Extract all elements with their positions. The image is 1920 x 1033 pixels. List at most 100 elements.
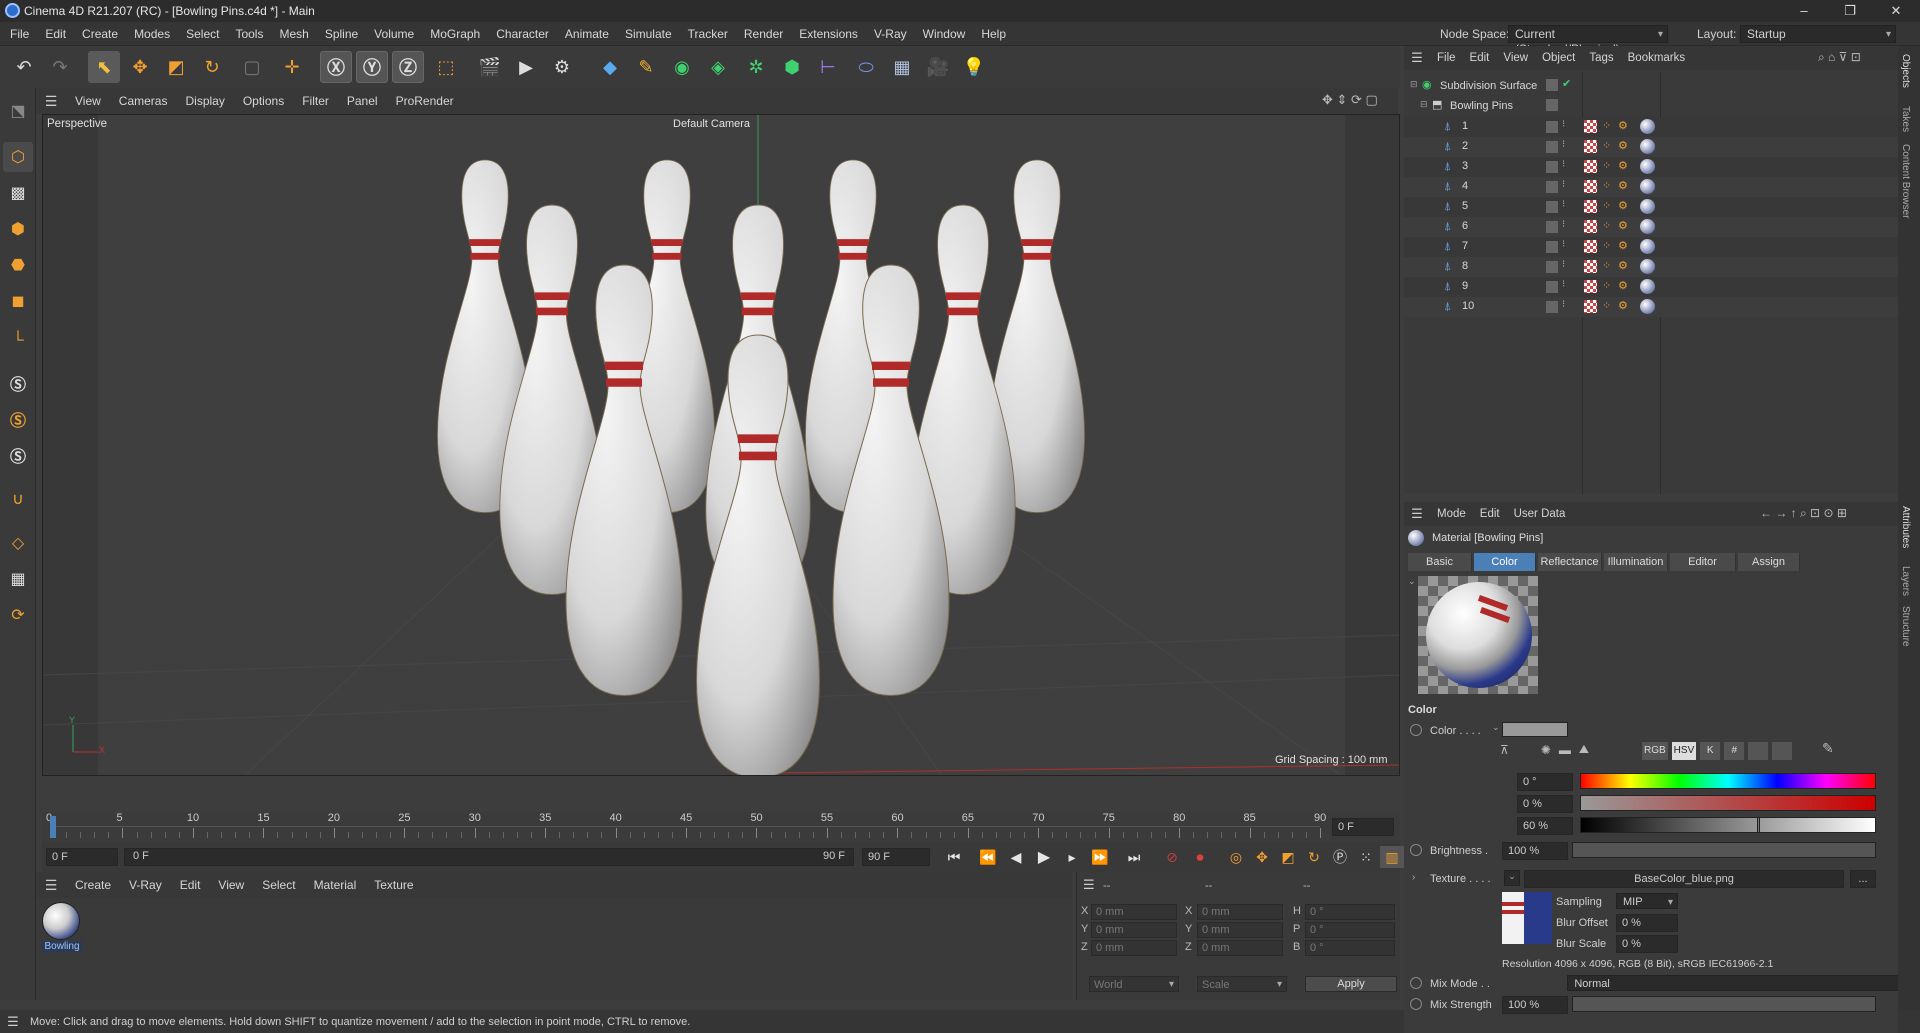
key-rotate-icon[interactable]: ↻ xyxy=(1302,846,1326,868)
eyedropper-icon[interactable]: ✎ xyxy=(1822,740,1834,757)
object-row-pin[interactable]: ⍋ 4 ⁝ ⁘ ⚙ xyxy=(1404,177,1898,197)
selection-tag-icon[interactable]: ⚙ xyxy=(1618,259,1628,272)
record-disabled-icon[interactable]: ⊘ xyxy=(1160,846,1184,868)
visibility-icon[interactable] xyxy=(1546,99,1558,111)
phong-tag-icon[interactable] xyxy=(1584,280,1597,293)
material-menu-v-ray[interactable]: V-Ray xyxy=(120,872,171,898)
uvw-tag-icon[interactable]: ⁘ xyxy=(1602,119,1611,132)
selection-tag-icon[interactable]: ⚙ xyxy=(1618,119,1628,132)
layer-dots-icon[interactable]: ⁝ xyxy=(1562,179,1565,190)
scale-tool-icon[interactable]: ◩ xyxy=(160,51,192,83)
visibility-icon[interactable] xyxy=(1546,79,1558,91)
phong-tag-icon[interactable] xyxy=(1584,200,1597,213)
viewport-menu-prorender[interactable]: ProRender xyxy=(387,88,463,114)
phong-tag-icon[interactable] xyxy=(1584,260,1597,273)
y-axis-lock-icon[interactable]: Ⓨ xyxy=(356,51,388,83)
key-param-icon[interactable]: Ⓟ xyxy=(1328,846,1352,868)
side-tab-structure[interactable]: Structure xyxy=(1900,606,1911,647)
sampling-dropdown[interactable]: MIP xyxy=(1616,893,1678,910)
material-tag-icon[interactable] xyxy=(1640,119,1655,134)
mix-mode-dropdown[interactable]: Normal xyxy=(1567,975,1920,991)
object-row-pin[interactable]: ⍋ 6 ⁝ ⁘ ⚙ xyxy=(1404,217,1898,237)
visibility-icon[interactable] xyxy=(1546,201,1558,213)
mixer-icon[interactable] xyxy=(1748,742,1769,760)
object-hamburger-icon[interactable]: ☰ xyxy=(1404,50,1430,66)
floor-icon[interactable]: ▦ xyxy=(886,51,918,83)
material-tag-icon[interactable] xyxy=(1640,159,1655,174)
move-tool-icon[interactable]: ✥ xyxy=(124,51,156,83)
coord-rotation-field[interactable]: 0 ° xyxy=(1305,922,1395,938)
visibility-icon[interactable] xyxy=(1546,161,1558,173)
locked-workplane-icon[interactable]: ⟳ xyxy=(3,600,33,630)
menu-modes[interactable]: Modes xyxy=(126,22,178,46)
current-frame-field[interactable]: 0 F xyxy=(1332,818,1394,836)
phong-tag-icon[interactable] xyxy=(1584,140,1597,153)
menu-render[interactable]: Render xyxy=(736,22,791,46)
viewport-menu-cameras[interactable]: Cameras xyxy=(110,88,177,114)
viewport-menu-options[interactable]: Options xyxy=(234,88,293,114)
range-slider[interactable]: 0 F 90 F xyxy=(124,848,854,866)
uvw-tag-icon[interactable]: ⁘ xyxy=(1602,159,1611,172)
end-frame-field[interactable]: 90 F xyxy=(862,848,930,866)
h-field[interactable]: 0 ° xyxy=(1517,773,1573,791)
texture-expand-icon[interactable]: › xyxy=(1412,872,1415,883)
visibility-icon[interactable] xyxy=(1546,221,1558,233)
material-tag-icon[interactable] xyxy=(1640,139,1655,154)
attribute-menu-edit[interactable]: Edit xyxy=(1473,502,1507,526)
hamburger-icon[interactable]: ☰ xyxy=(36,93,66,110)
material-tag-icon[interactable] xyxy=(1640,199,1655,214)
record-icon[interactable]: ⏺ xyxy=(1188,846,1212,868)
material-menu-texture[interactable]: Texture xyxy=(365,872,422,898)
menu-simulate[interactable]: Simulate xyxy=(617,22,680,46)
object-toolbar-icons[interactable]: ⌕ ⌂ ⊽ ⊡ xyxy=(1818,50,1861,65)
coord-size-field[interactable]: 0 mm xyxy=(1197,940,1283,956)
menu-create[interactable]: Create xyxy=(74,22,126,46)
viewport-menu-panel[interactable]: Panel xyxy=(338,88,387,114)
uvw-tag-icon[interactable]: ⁘ xyxy=(1602,179,1611,192)
material-tag-icon[interactable] xyxy=(1640,219,1655,234)
object-menu-tags[interactable]: Tags xyxy=(1582,46,1620,70)
color-mode-rgb[interactable]: RGB xyxy=(1642,742,1668,760)
material-menu-edit[interactable]: Edit xyxy=(171,872,210,898)
selection-tag-icon[interactable]: ⚙ xyxy=(1618,299,1628,312)
magnet-icon[interactable]: ∪ xyxy=(3,484,33,514)
color-mode-hsv[interactable]: HSV xyxy=(1671,742,1697,760)
cube-icon[interactable]: ◆ xyxy=(594,51,626,83)
color-swatch[interactable] xyxy=(1502,722,1568,737)
object-row-group[interactable]: ⊟ ⬒ Bowling Pins xyxy=(1404,97,1898,117)
layer-dots-icon[interactable]: ⁝ xyxy=(1562,159,1565,170)
close-button[interactable]: ✕ xyxy=(1876,1,1916,21)
selection-tag-icon[interactable]: ⚙ xyxy=(1618,159,1628,172)
menu-window[interactable]: Window xyxy=(915,22,974,46)
menu-extensions[interactable]: Extensions xyxy=(791,22,866,46)
viewport-menu-filter[interactable]: Filter xyxy=(293,88,338,114)
material-tag-icon[interactable] xyxy=(1640,299,1655,314)
side-tab-content-browser[interactable]: Content Browser xyxy=(1900,144,1911,218)
swatches-icon[interactable] xyxy=(1772,742,1793,760)
object-row-pin[interactable]: ⍋ 8 ⁝ ⁘ ⚙ xyxy=(1404,257,1898,277)
viewport[interactable]: Perspective Default Camera Grid Spacing … xyxy=(42,114,1400,776)
layer-dots-icon[interactable]: ⁝ xyxy=(1562,299,1565,310)
snap-settings-icon[interactable]: Ⓢ xyxy=(3,404,33,434)
visibility-icon[interactable] xyxy=(1546,241,1558,253)
tab-basic[interactable]: Basic xyxy=(1408,553,1472,571)
attribute-nav-icons[interactable]: ← → ↑ ⌕ ⊡ ⊙ ⊞ xyxy=(1760,506,1847,521)
phong-tag-icon[interactable] xyxy=(1584,220,1597,233)
key-move-icon[interactable]: ✥ xyxy=(1250,846,1274,868)
uvw-tag-icon[interactable]: ⁘ xyxy=(1602,279,1611,292)
visibility-icon[interactable] xyxy=(1546,261,1558,273)
attribute-hamburger-icon[interactable]: ☰ xyxy=(1404,506,1430,522)
phong-tag-icon[interactable] xyxy=(1584,300,1597,313)
menu-edit[interactable]: Edit xyxy=(37,22,74,46)
phong-tag-icon[interactable] xyxy=(1584,180,1597,193)
side-tab-takes[interactable]: Takes xyxy=(1900,106,1911,132)
mograph-icon[interactable]: ⬢ xyxy=(776,51,808,83)
node-space-dropdown[interactable]: Current (Standard/Physical) xyxy=(1508,25,1668,56)
coord-rotation-field[interactable]: 0 ° xyxy=(1305,940,1395,956)
texture-thumbnail[interactable] xyxy=(1502,892,1552,944)
color-mode-hex[interactable]: # xyxy=(1724,742,1745,760)
key-points-icon[interactable]: ⁙ xyxy=(1354,846,1378,868)
texture-filename[interactable]: BaseColor_blue.png xyxy=(1524,870,1844,888)
menu-mesh[interactable]: Mesh xyxy=(271,22,316,46)
visibility-icon[interactable] xyxy=(1546,121,1558,133)
